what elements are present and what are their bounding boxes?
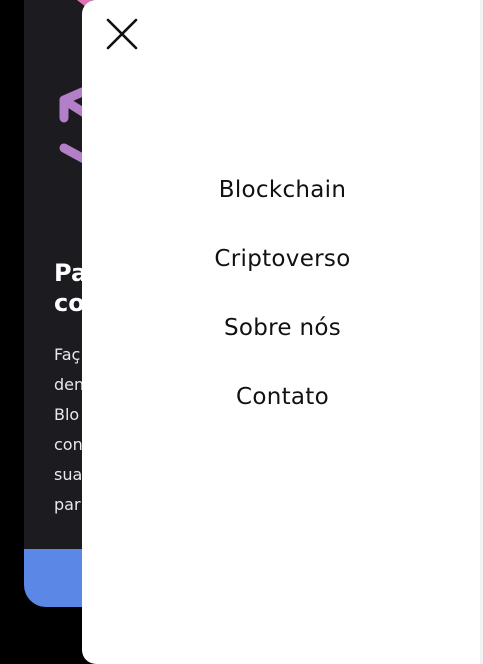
menu-link-sobre-nos[interactable]: Sobre nós	[224, 315, 341, 341]
close-menu-button[interactable]	[102, 14, 142, 54]
drawer-menu: Blockchain Criptoverso Sobre nós Contato	[82, 168, 483, 444]
menu-link-contato[interactable]: Contato	[236, 384, 329, 410]
menu-item-contato: Contato	[82, 375, 483, 444]
menu-link-criptoverso[interactable]: Criptoverso	[214, 246, 350, 272]
menu-item-sobre-nos: Sobre nós	[82, 306, 483, 375]
app-viewport: Pa co Faç den Blo con sua par Blockchain…	[0, 0, 483, 664]
background-paragraph: Faç den Blo con sua par	[54, 345, 85, 514]
menu-item-criptoverso: Criptoverso	[82, 237, 483, 306]
close-icon	[106, 18, 138, 50]
menu-item-blockchain: Blockchain	[82, 168, 483, 237]
menu-link-blockchain[interactable]: Blockchain	[219, 177, 347, 203]
navigation-drawer: Blockchain Criptoverso Sobre nós Contato	[82, 0, 483, 664]
